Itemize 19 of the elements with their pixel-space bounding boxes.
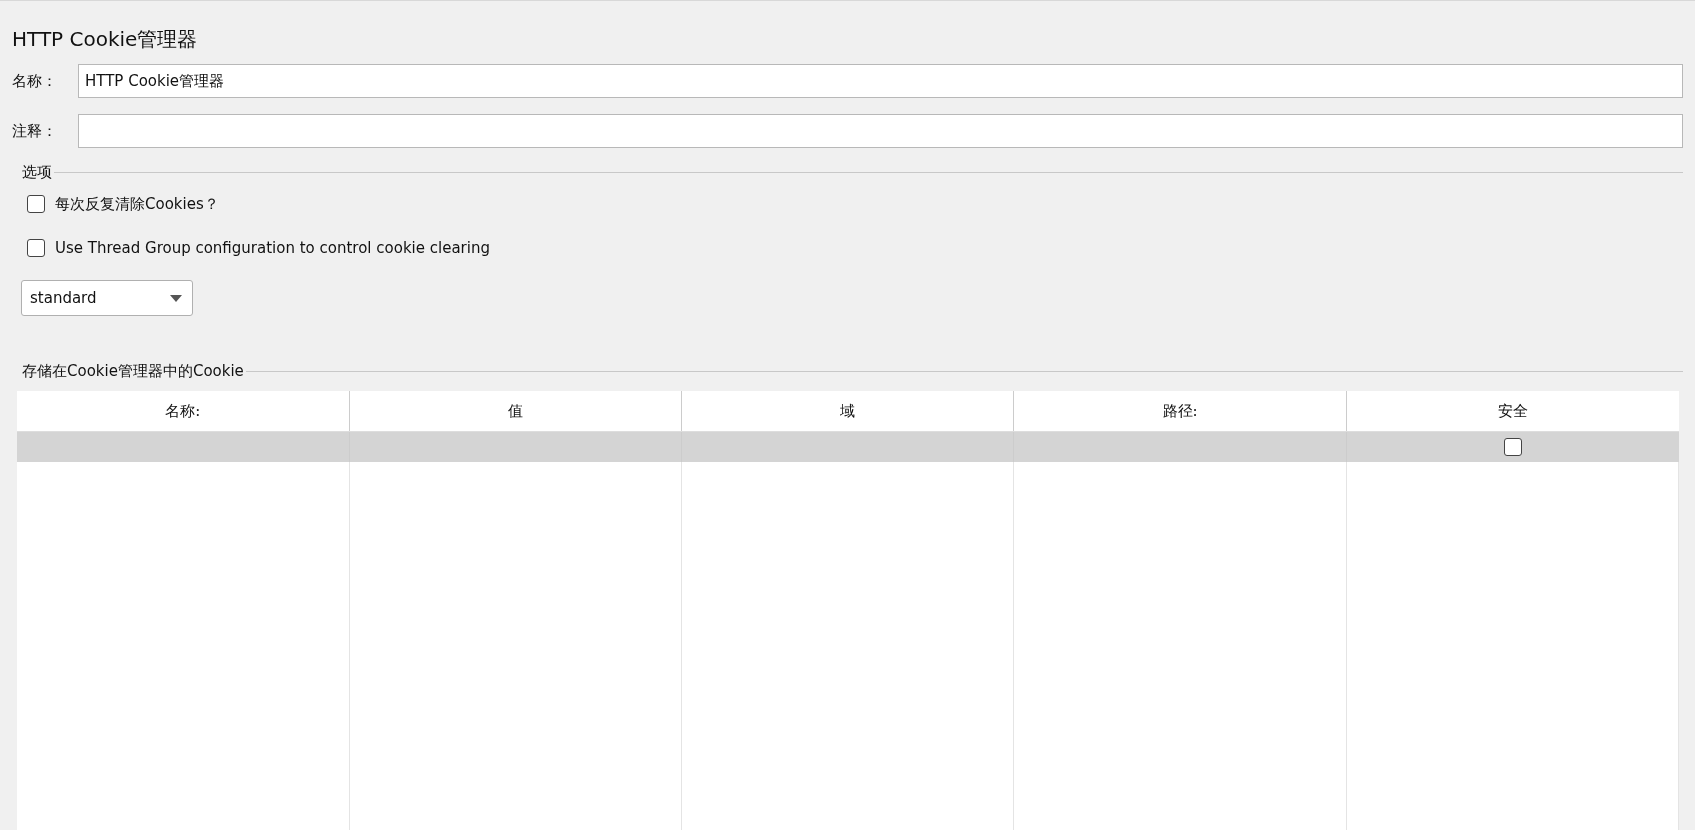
- checkbox-label: Use Thread Group configuration to control cookie clearing: [55, 239, 490, 257]
- caret-icon: [170, 294, 182, 302]
- cookie-policy-dropdown[interactable]: standard: [21, 280, 193, 316]
- checkbox[interactable]: [1503, 438, 1522, 456]
- panel-title: HTTP Cookie管理器: [12, 26, 199, 53]
- section-title: 存储在Cookie管理器中的Cookie: [22, 362, 244, 381]
- field-label: 名称：: [12, 71, 58, 91]
- column-header[interactable]: 域: [681, 391, 1014, 432]
- field-label: 注释：: [12, 121, 58, 141]
- column-header[interactable]: 安全: [1346, 391, 1679, 432]
- input-field[interactable]: HTTP Cookie管理器: [78, 64, 1683, 98]
- input-field[interactable]: [78, 114, 1683, 148]
- column-header[interactable]: 路径:: [1013, 391, 1347, 432]
- checkbox[interactable]: [27, 239, 45, 257]
- checkbox-label: 每次反复清除Cookies？: [55, 194, 219, 214]
- column-header[interactable]: 名称:: [17, 391, 350, 432]
- checkbox[interactable]: [27, 195, 45, 213]
- column-header[interactable]: 值: [349, 391, 682, 432]
- section-title: 选项: [22, 163, 52, 182]
